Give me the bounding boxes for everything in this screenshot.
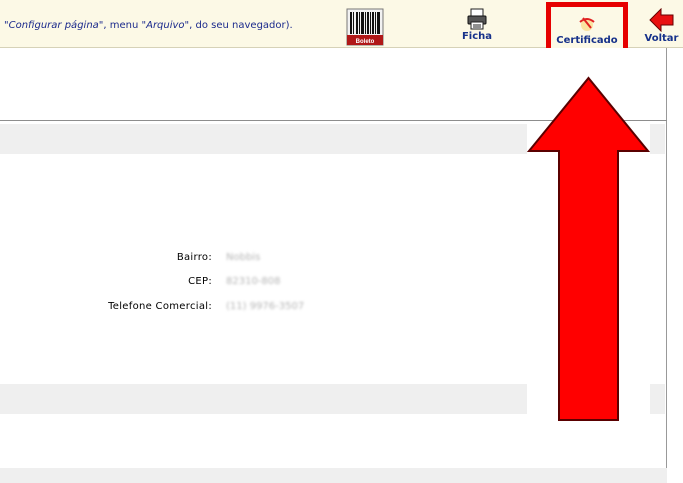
print-hint-text: "Configurar página", menu "Arquivo", do … [4, 20, 293, 31]
cep-value: 82310-808 [226, 276, 281, 287]
back-arrow-icon [648, 8, 673, 32]
barcode-icon: Boleto [346, 8, 384, 46]
vertical-scrollbar[interactable] [667, 48, 683, 483]
hint-file-menu: "Arquivo" [141, 20, 190, 31]
bairro-value: Nobbis [226, 252, 261, 263]
cep-label: CEP: [188, 276, 212, 287]
voltar-button[interactable]: Voltar [640, 8, 683, 46]
printer-icon [467, 8, 487, 30]
hint-page-setup: "Configurar página" [4, 20, 104, 31]
section-header-band [0, 124, 527, 154]
section-band-2-right [650, 384, 665, 414]
toolbar: "Configurar página", menu "Arquivo", do … [0, 0, 683, 54]
certificate-icon [579, 17, 595, 31]
telefone-value: (11) 9976-3507 [226, 301, 305, 312]
hint-middle: , menu [103, 20, 142, 31]
boleto-label: Boleto [356, 39, 375, 45]
hint-end: , do seu navegador). [189, 20, 293, 31]
certificado-button[interactable]: Certificado [546, 2, 628, 54]
telefone-label: Telefone Comercial: [108, 301, 212, 312]
ficha-button[interactable]: Ficha [455, 8, 499, 46]
section-header-band-right [650, 124, 665, 154]
section-band-2 [0, 384, 527, 414]
section-band-3 [0, 468, 667, 483]
certificado-label: Certificado [556, 35, 618, 46]
bairro-label: Bairro: [176, 252, 212, 263]
voltar-label: Voltar [644, 33, 679, 44]
red-up-arrow-icon [527, 76, 650, 421]
ficha-label: Ficha [461, 31, 493, 42]
boleto-button[interactable]: Boleto [345, 8, 385, 46]
